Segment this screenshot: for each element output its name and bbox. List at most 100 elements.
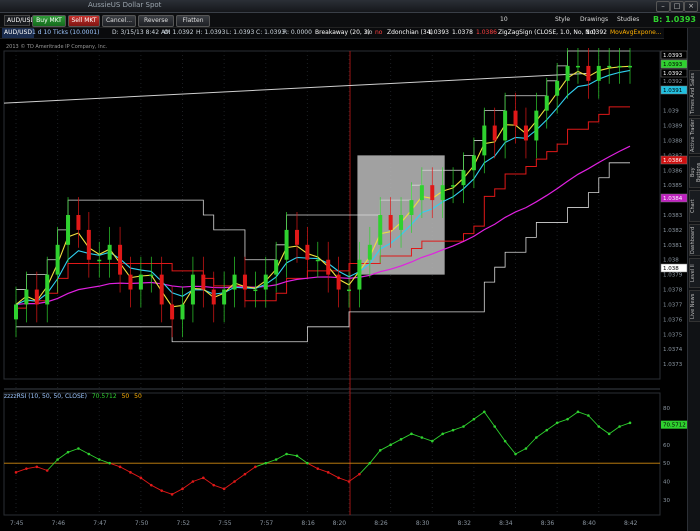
header-interval[interactable]: 1 d 10 Ticks (10.0001): [32, 28, 99, 38]
window-title: AussieUS Dollar Spot: [88, 1, 162, 9]
price-tick-label: 1.0383: [663, 213, 683, 219]
price-box-label: 1.0393: [663, 62, 683, 68]
header-symbol[interactable]: AUD/USD: [2, 28, 34, 38]
cancel-button[interactable]: Cancel...: [102, 15, 136, 27]
rsi-segment: [286, 453, 298, 457]
price-box-label: 1.038: [663, 266, 679, 272]
price-tick-label: 1.0378: [663, 288, 683, 294]
close-icon[interactable]: ×: [684, 1, 698, 12]
rsi-point: [462, 425, 465, 428]
price-box-label: 1.0386: [663, 158, 683, 164]
rsi-value-box-label: 70.5712: [663, 423, 686, 429]
rsi-point: [45, 469, 49, 472]
rsi-point: [264, 461, 268, 465]
candle-body: [409, 200, 414, 215]
time-tick-label: 8:36: [541, 520, 555, 527]
candle-body: [596, 65, 601, 81]
candle-body: [253, 289, 258, 292]
sell-market-button[interactable]: Sell MKT: [68, 15, 100, 27]
rsi-point: [472, 417, 476, 421]
candle-body: [367, 244, 372, 260]
header-movavg[interactable]: MovAvgExpone...: [610, 28, 662, 38]
rsi-segment: [473, 411, 485, 420]
rsi-os: 50: [134, 393, 142, 400]
symbol-input[interactable]: AUD/USD: [4, 15, 35, 26]
buy-market-button[interactable]: Buy MKT: [32, 15, 66, 27]
studies-menu[interactable]: Studies: [617, 16, 639, 23]
candle-body: [305, 244, 310, 260]
minimize-icon[interactable]: –: [656, 1, 670, 12]
price-tick-label: 1.0385: [663, 183, 683, 189]
rsi-segment: [432, 433, 443, 442]
rsi-point: [358, 472, 361, 476]
candle-body: [128, 274, 133, 290]
price-tick-label: 1.0377: [663, 302, 683, 308]
candle-body: [55, 244, 60, 275]
rsi-point: [243, 472, 247, 476]
candle-body: [534, 110, 539, 141]
candle-body: [482, 125, 487, 156]
time-tick-label: 7:52: [177, 520, 191, 527]
rsi-segment: [244, 466, 256, 475]
rsi-segment: [411, 433, 423, 438]
rsi-point: [66, 450, 70, 454]
time-tick-label: 7:46: [52, 520, 66, 527]
rsi-segment: [26, 466, 37, 470]
header-breakaway[interactable]: Breakaway (20, 3): [315, 28, 370, 38]
maximize-icon[interactable]: □: [670, 1, 684, 12]
reverse-button[interactable]: Reverse: [138, 15, 174, 27]
candle-body: [211, 289, 216, 305]
style-menu[interactable]: Style: [555, 16, 570, 23]
flatten-button[interactable]: Flatten: [176, 15, 210, 27]
rsi-segment: [109, 462, 121, 468]
rsi-tick-label: 50: [663, 461, 670, 467]
rsi-name[interactable]: zzzzRSI (10, 50, 50, CLOSE): [4, 393, 87, 400]
resistance-line: [3, 72, 589, 104]
header-zigzag-value: 1.0392: [586, 29, 607, 36]
header-date: D: 3/15/13 8:42 AM: [112, 29, 171, 36]
candle-body: [388, 215, 393, 230]
sidebar-tab-chart[interactable]: Chart: [689, 190, 700, 222]
price-chart[interactable]: 1.03931.03921.0391.03891.03881.03871.038…: [0, 39, 700, 531]
rsi-segment: [130, 471, 142, 479]
rsi-tick-label: 80: [663, 406, 670, 412]
rsi-segment: [234, 473, 246, 482]
rsi-segment: [525, 437, 537, 449]
sidebar-tab-level-ii[interactable]: Level II: [689, 258, 700, 288]
rsi-segment: [369, 450, 381, 464]
header-donchian-upper: 1.0393: [428, 29, 449, 36]
header-donchian[interactable]: Zdonchian (34): [387, 28, 433, 38]
rsi-segment: [15, 468, 27, 473]
candle-body: [190, 274, 195, 305]
header-donchian-lower: 1.0378: [452, 29, 473, 36]
title-bar: AussieUS Dollar Spot – □ ×: [0, 0, 700, 13]
sidebar-tab-times-and-sales[interactable]: Times And Sales: [689, 70, 700, 116]
rsi-segment: [203, 477, 214, 486]
rsi-point: [118, 465, 122, 469]
chart-header: AUD/USD 1 d 10 Ticks (10.0001) D: 3/15/1…: [0, 28, 664, 39]
rsi-segment: [46, 459, 58, 471]
price-box-label: 1.0384: [663, 196, 683, 202]
rsi-point: [233, 480, 236, 483]
price-tick-label: 1.0392: [663, 79, 682, 85]
price-tick-label: 1.038: [663, 258, 679, 264]
sidebar-tab-live-news[interactable]: Live News: [689, 290, 700, 322]
candle-body: [523, 125, 528, 141]
drawings-menu[interactable]: Drawings: [580, 16, 608, 23]
price-box-label: 1.0391: [663, 88, 682, 94]
rsi-point: [503, 439, 507, 443]
rsi-point: [420, 436, 424, 439]
rsi-point: [25, 467, 28, 470]
candle-body: [336, 274, 341, 290]
candle-body: [357, 259, 362, 290]
zoom-value[interactable]: 10: [500, 16, 508, 23]
candle-body: [107, 244, 112, 260]
sidebar-tab-dashboard[interactable]: Dashboard: [689, 224, 700, 256]
rsi-segment: [348, 473, 360, 482]
sidebar-tab-buy-buttons[interactable]: Buy Buttons: [689, 156, 700, 188]
header-zigzag[interactable]: ZigZagSign (CLOSE, 1.0, No, No): [498, 28, 596, 38]
sidebar-tab-active-trader[interactable]: Active Trader: [689, 118, 700, 154]
rsi-segment: [88, 453, 100, 460]
candle-body: [347, 289, 352, 292]
header-no: no: [365, 29, 373, 36]
